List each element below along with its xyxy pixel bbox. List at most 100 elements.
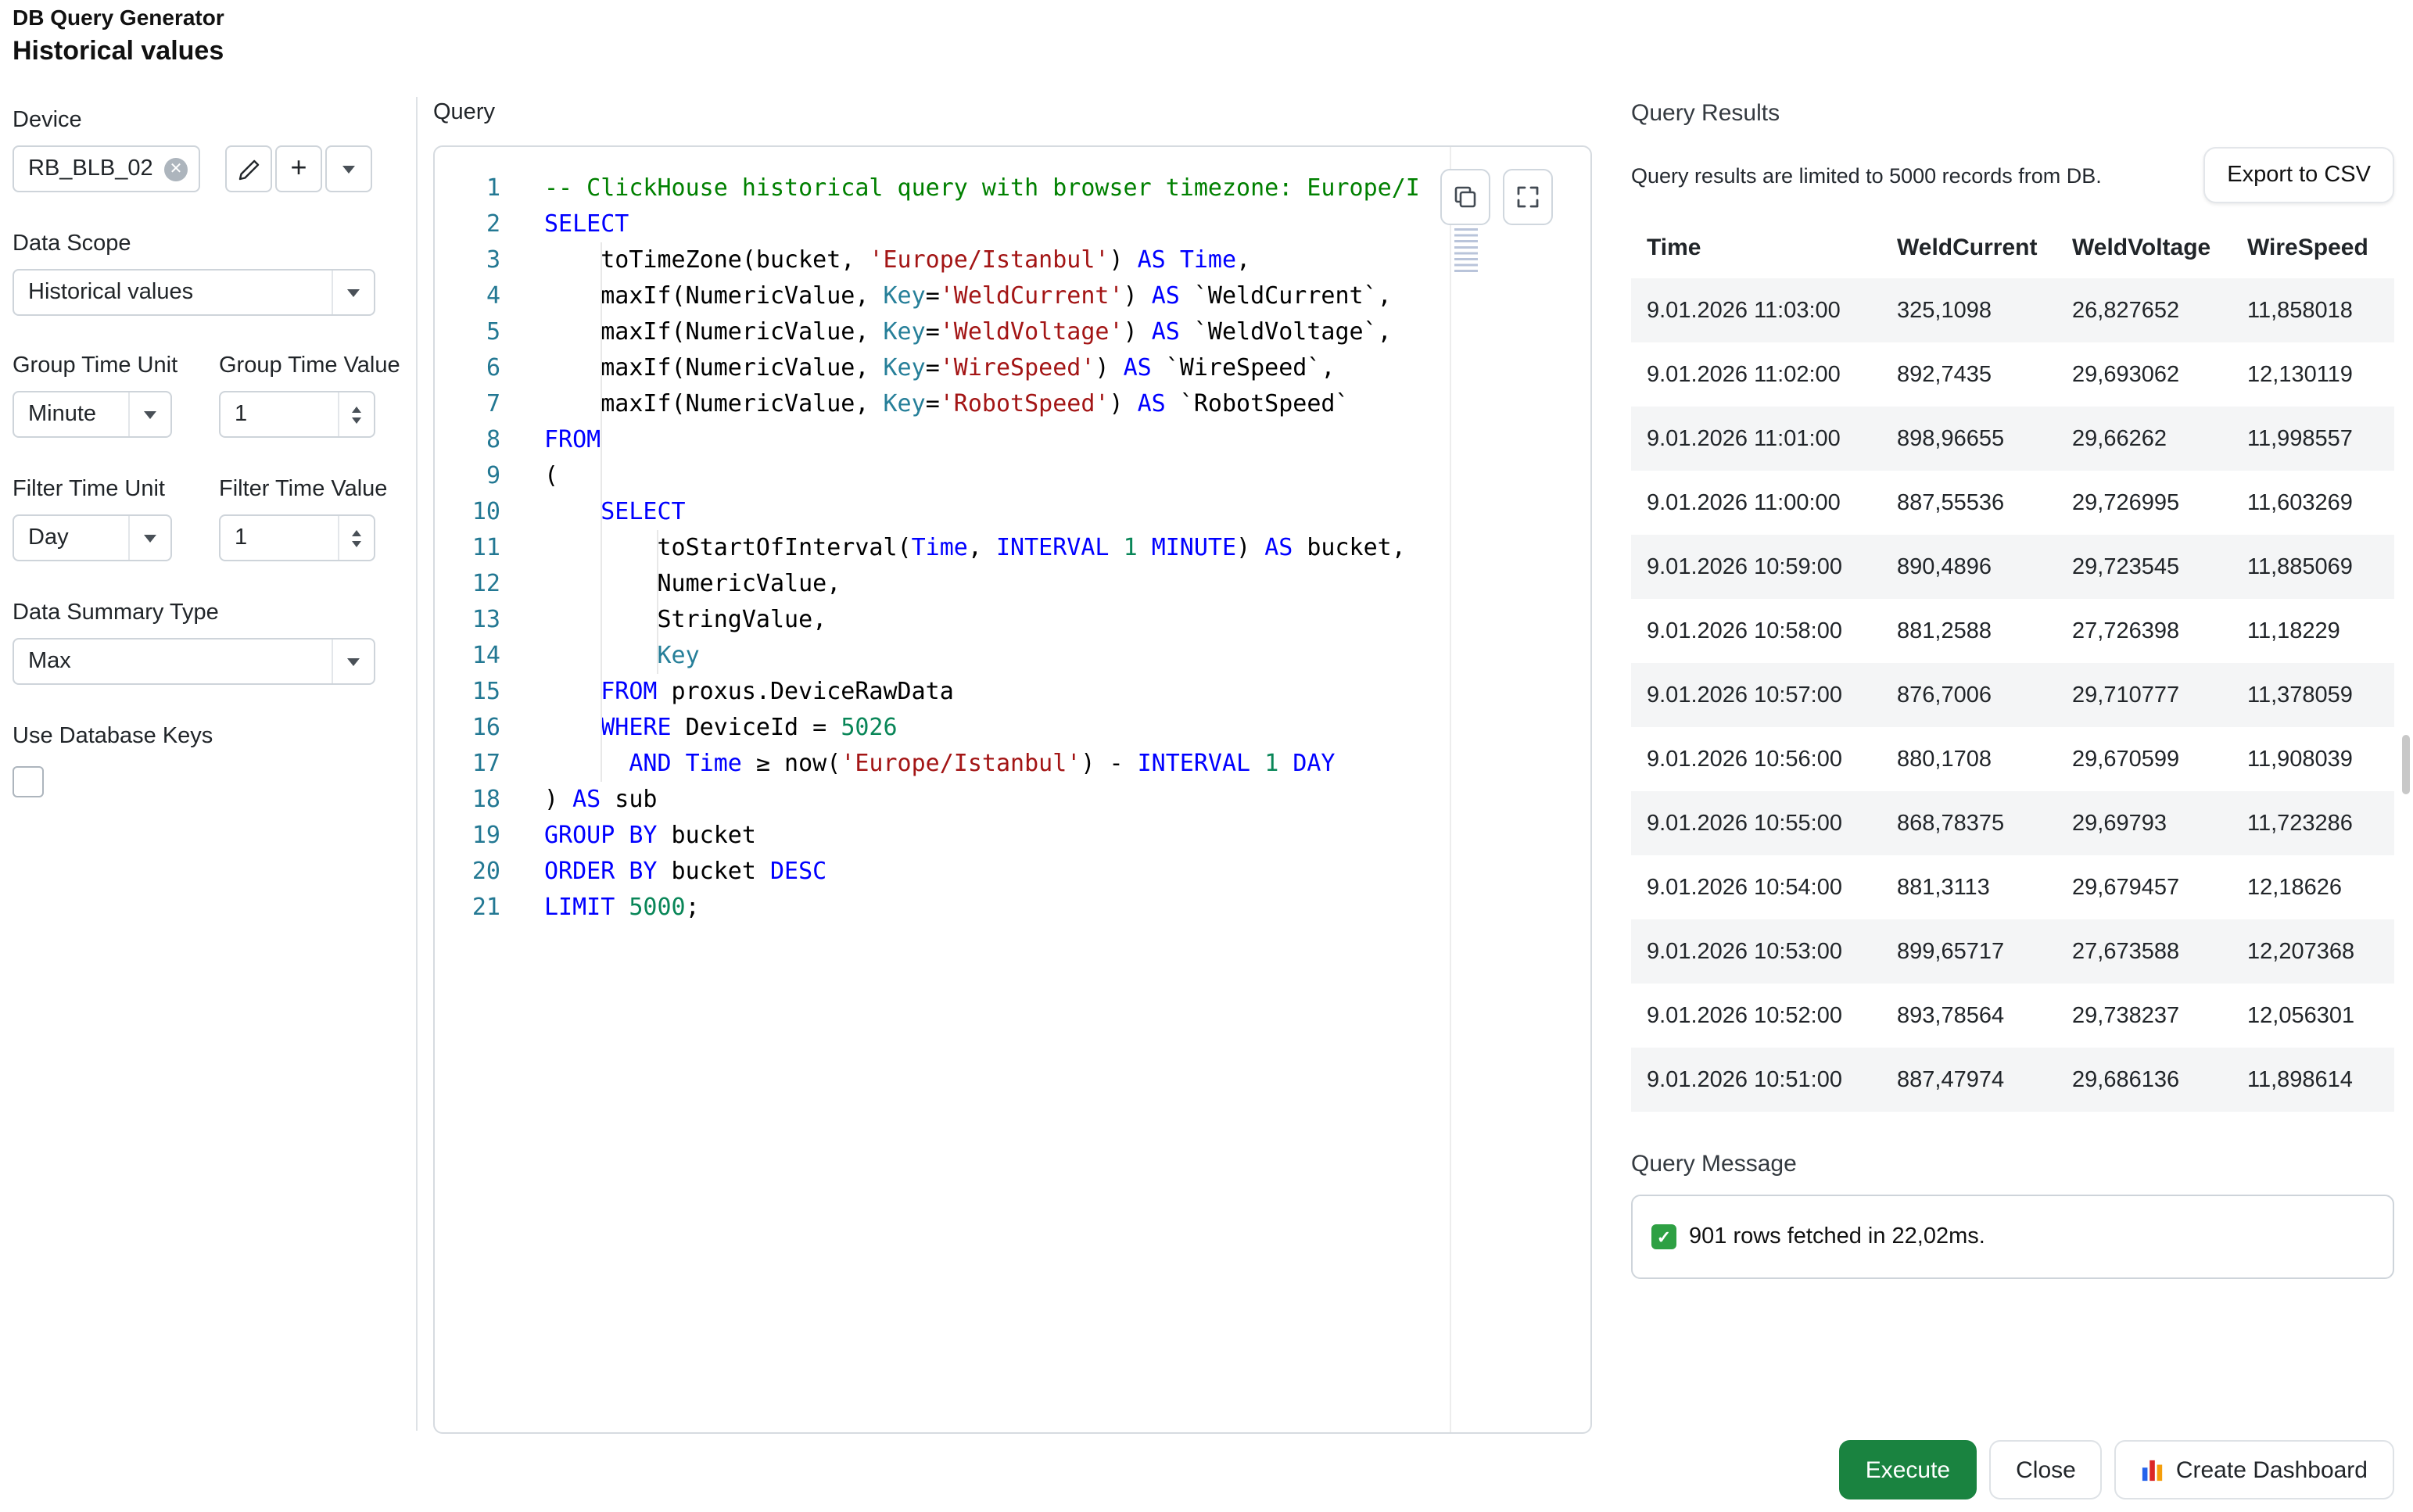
line-number: 19 (435, 818, 500, 854)
column-header: WeldCurrent (1881, 234, 2056, 260)
code-line: 16 WHERE DeviceId = 5026 (435, 710, 1590, 746)
code-text: WHERE DeviceId = 5026 (500, 710, 898, 746)
line-number: 7 (435, 386, 500, 422)
filter-time-value-label: Filter Time Value (219, 477, 387, 502)
table-cell: 887,47974 (1881, 1067, 2056, 1092)
line-number: 5 (435, 314, 500, 350)
filter-time-unit-value: Day (14, 525, 128, 550)
device-dropdown-button[interactable] (325, 145, 372, 192)
code-line: 4 maxIf(NumericValue, Key='WeldCurrent')… (435, 278, 1590, 314)
query-message-text: 901 rows fetched in 22,02ms. (1689, 1224, 1985, 1249)
page-title: Historical values (13, 36, 224, 67)
edit-device-button[interactable] (225, 145, 272, 192)
sql-editor[interactable]: 1-- ClickHouse historical query with bro… (433, 145, 1592, 1434)
plus-icon: + (290, 153, 307, 181)
table-cell: 898,96655 (1881, 426, 2056, 451)
table-cell: 29,726995 (2056, 490, 2232, 515)
table-cell: 9.01.2026 11:02:00 (1631, 362, 1881, 387)
code-line: 11 toStartOfInterval(Time, INTERVAL 1 MI… (435, 530, 1590, 566)
caret-down-icon (347, 288, 360, 296)
caret-down-icon (144, 534, 156, 542)
table-cell: 29,686136 (2056, 1067, 2232, 1092)
clear-device-icon[interactable]: ✕ (164, 157, 188, 181)
data-scope-select[interactable]: Historical values (13, 269, 375, 316)
line-number: 10 (435, 494, 500, 530)
code-text: toTimeZone(bucket, 'Europe/Istanbul') AS… (500, 242, 1250, 278)
results-table: TimeWeldCurrentWeldVoltageWireSpeed 9.01… (1631, 216, 2394, 1112)
fullscreen-editor-button[interactable] (1503, 169, 1553, 225)
data-summary-type-value: Max (14, 649, 332, 674)
filter-time-value-value: 1 (221, 525, 338, 550)
code-text: maxIf(NumericValue, Key='WeldVoltage') A… (500, 314, 1392, 350)
code-lines[interactable]: 1-- ClickHouse historical query with bro… (435, 147, 1590, 1432)
table-cell: 9.01.2026 10:54:00 (1631, 875, 1881, 900)
table-cell: 29,710777 (2056, 683, 2232, 708)
line-number: 13 (435, 602, 500, 638)
caret-down-icon (342, 165, 355, 173)
table-cell: 29,66262 (2056, 426, 2232, 451)
code-text: ) AS sub (500, 782, 658, 818)
editor-minimap[interactable] (1454, 228, 1478, 275)
code-line: 12 NumericValue, (435, 566, 1590, 602)
query-section-label: Query (433, 100, 495, 125)
device-value: RB_BLB_02 (14, 156, 164, 181)
filter-time-unit-select[interactable]: Day (13, 514, 172, 561)
table-cell: 27,726398 (2056, 618, 2232, 643)
code-text: FROM proxus.DeviceRawData (500, 674, 954, 710)
query-config-sidebar: Device RB_BLB_02 ✕ + Data Scope Historic… (13, 97, 407, 1442)
column-header: Time (1631, 234, 1881, 260)
code-line: 15 FROM proxus.DeviceRawData (435, 674, 1590, 710)
code-text: StringValue, (500, 602, 826, 638)
code-line: 20ORDER BY bucket DESC (435, 854, 1590, 890)
group-time-unit-select[interactable]: Minute (13, 391, 172, 438)
stepper-up-icon[interactable] (352, 529, 361, 536)
indent-guide (601, 242, 602, 782)
code-text: LIMIT 5000; (500, 890, 700, 926)
line-number: 6 (435, 350, 500, 386)
data-summary-type-select[interactable]: Max (13, 638, 375, 685)
create-dashboard-label: Create Dashboard (2176, 1456, 2368, 1483)
table-cell: 868,78375 (1881, 811, 2056, 836)
results-scrollbar[interactable] (2402, 735, 2410, 794)
device-row: RB_BLB_02 ✕ + (13, 145, 375, 192)
stepper-down-icon[interactable] (352, 540, 361, 546)
app-title: DB Query Generator (13, 5, 224, 30)
query-results-title: Query Results (1631, 100, 1780, 127)
table-cell: 325,1098 (1881, 298, 2056, 323)
line-number: 21 (435, 890, 500, 926)
create-dashboard-button[interactable]: Create Dashboard (2115, 1440, 2394, 1499)
column-header: WireSpeed (2232, 234, 2394, 260)
table-cell: 881,2588 (1881, 618, 2056, 643)
code-text: maxIf(NumericValue, Key='RobotSpeed') AS… (500, 386, 1350, 422)
device-input[interactable]: RB_BLB_02 ✕ (13, 145, 200, 192)
table-row: 9.01.2026 10:58:00881,258827,72639811,18… (1631, 599, 2394, 663)
code-text: GROUP BY bucket (500, 818, 756, 854)
close-button[interactable]: Close (1989, 1440, 2103, 1499)
copy-query-button[interactable] (1440, 169, 1490, 225)
stepper-down-icon[interactable] (352, 417, 361, 423)
table-cell: 9.01.2026 10:59:00 (1631, 554, 1881, 579)
table-cell: 887,55536 (1881, 490, 2056, 515)
table-cell: 9.01.2026 10:55:00 (1631, 811, 1881, 836)
table-cell: 12,056301 (2232, 1003, 2394, 1028)
stepper-up-icon[interactable] (352, 406, 361, 412)
code-text: NumericValue, (500, 566, 841, 602)
table-cell: 893,78564 (1881, 1003, 2056, 1028)
export-csv-button[interactable]: Export to CSV (2203, 147, 2394, 203)
use-database-keys-checkbox[interactable] (13, 766, 44, 797)
code-text: ORDER BY bucket DESC (500, 854, 826, 890)
code-text: SELECT (500, 494, 686, 530)
table-cell: 9.01.2026 11:03:00 (1631, 298, 1881, 323)
group-time-value-stepper[interactable]: 1 (219, 391, 375, 438)
filter-time-value-stepper[interactable]: 1 (219, 514, 375, 561)
indent-guide (657, 530, 658, 674)
table-cell: 11,908039 (2232, 747, 2394, 772)
results-body: 9.01.2026 11:03:00325,109826,82765211,85… (1631, 278, 2394, 1112)
table-cell: 11,998557 (2232, 426, 2394, 451)
execute-button[interactable]: Execute (1839, 1440, 1977, 1499)
table-cell: 11,603269 (2232, 490, 2394, 515)
code-text: FROM (500, 422, 601, 458)
table-cell: 9.01.2026 10:51:00 (1631, 1067, 1881, 1092)
caret-down-icon (144, 410, 156, 418)
add-device-button[interactable]: + (275, 145, 322, 192)
